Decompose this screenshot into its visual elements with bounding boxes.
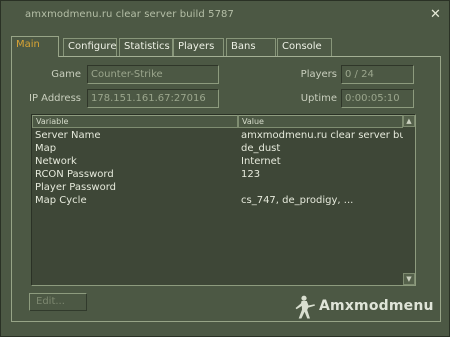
close-icon[interactable]: ✕ [429, 8, 442, 22]
scroll-down-icon[interactable]: ▼ [403, 273, 415, 285]
brand-name: Amxmodmenu [319, 298, 434, 314]
column-header-value[interactable]: Value [238, 115, 403, 128]
column-header-variable[interactable]: Variable [32, 115, 238, 128]
variable-cell: Network [35, 156, 77, 167]
table-row[interactable]: Server Name amxmodmenu.ru clear server b… [32, 130, 403, 143]
table-row[interactable]: RCON Password 123 [32, 169, 403, 182]
value-cell: de_dust [241, 143, 281, 154]
tab-configure[interactable]: Configure [63, 38, 117, 56]
scroll-up-icon[interactable]: ▲ [403, 115, 415, 127]
tab-label: Players [178, 41, 215, 52]
table-row[interactable]: Map de_dust [32, 143, 403, 156]
table-row[interactable]: Player Password [32, 182, 403, 195]
ip-address-field: 178.151.161.67:27016 [87, 89, 219, 108]
table-row[interactable]: Network Internet [32, 156, 403, 169]
server-variables-list[interactable]: Variable Value Server Name amxmodmenu.ru… [31, 114, 416, 286]
tab-statistics[interactable]: Statistics [119, 38, 173, 56]
tab-label: Statistics [124, 41, 170, 52]
variable-cell: Map [35, 143, 57, 154]
value-cell: Internet [241, 156, 281, 167]
brand-logo-block: Amxmodmenu [291, 295, 443, 319]
title-bar: amxmodmenu.ru clear server build 5787 ✕ [1, 1, 449, 29]
players-label: Players [300, 69, 337, 80]
value-cell: cs_747, de_prodigy, ... [241, 195, 354, 206]
players-field: 0 / 24 [341, 65, 414, 84]
vertical-scrollbar[interactable]: ▲ ▼ [403, 115, 415, 285]
variable-cell: RCON Password [35, 169, 114, 180]
server-window: amxmodmenu.ru clear server build 5787 ✕ … [0, 0, 450, 337]
uptime-field: 0:00:05:10 [341, 89, 414, 108]
game-label: Game [51, 69, 81, 80]
tab-label: Console [282, 41, 322, 52]
variable-cell: Server Name [35, 130, 101, 141]
tab-label: Main [16, 39, 40, 50]
uptime-label: Uptime [300, 93, 337, 104]
ip-address-label: IP Address [29, 93, 81, 104]
soldier-logo-icon [295, 295, 315, 319]
edit-button[interactable]: Edit... [29, 293, 87, 311]
window-title: amxmodmenu.ru clear server build 5787 [25, 9, 234, 20]
value-cell: amxmodmenu.ru clear server build ... [241, 130, 403, 141]
game-field: Counter-Strike [87, 65, 219, 84]
value-cell: 123 [241, 169, 261, 180]
tab-console[interactable]: Console [277, 38, 332, 56]
list-header: Variable Value [32, 115, 403, 128]
tab-bans[interactable]: Bans [226, 38, 276, 56]
table-row[interactable]: Map Cycle cs_747, de_prodigy, ... [32, 195, 403, 208]
variable-cell: Player Password [35, 182, 117, 193]
tab-players[interactable]: Players [173, 38, 224, 56]
tab-label: Bans [231, 41, 256, 52]
tab-label: Configure [68, 41, 117, 52]
variable-cell: Map Cycle [35, 195, 87, 206]
tab-main[interactable]: Main [11, 36, 59, 57]
